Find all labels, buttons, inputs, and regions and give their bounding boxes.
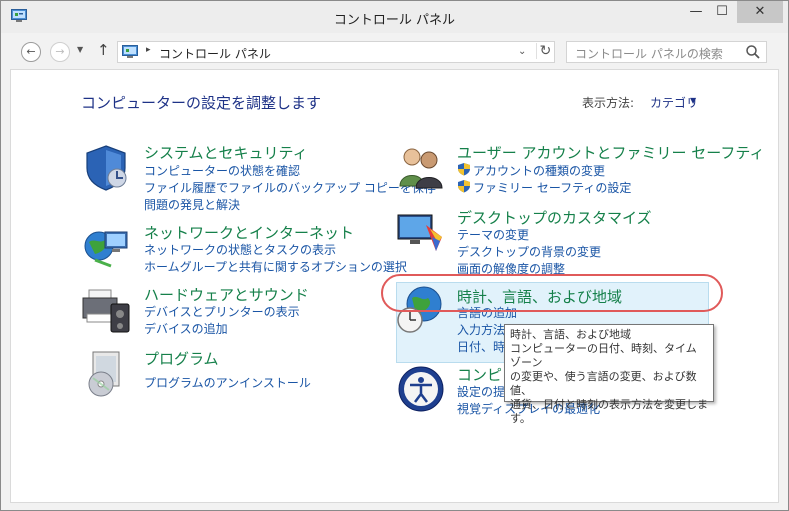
programs-cd-icon[interactable] <box>81 348 131 398</box>
link-suggested-settings[interactable]: 設定の提 <box>457 383 505 400</box>
search-input[interactable]: コントロール パネルの検索 <box>575 45 723 62</box>
category-tooltip: 時計、言語、および地域 コンピューターの日付、時刻、タイム ゾーン の変更や、使… <box>504 324 714 425</box>
view-by-label: 表示方法: <box>582 96 635 110</box>
tooltip-line: す。 <box>510 412 531 425</box>
control-panel-window: コントロール パネル — ☐ ✕ ← → ▼ ↑ ▸ コントロール パネル ⌄ … <box>0 0 789 511</box>
link-date-time[interactable]: 日付、時 <box>457 338 505 355</box>
link-change-account-type[interactable]: アカウントの種類の変更 <box>473 162 605 179</box>
tooltip-line: コンピューターの日付、時刻、タイム ゾーン <box>510 342 697 369</box>
uac-shield-icon <box>458 163 470 176</box>
link-troubleshoot[interactable]: 問題の発見と解決 <box>144 196 240 213</box>
link-check-status[interactable]: コンピューターの状態を確認 <box>144 162 300 179</box>
back-button[interactable]: ← <box>21 42 41 62</box>
title-bar: コントロール パネル — ☐ ✕ <box>1 1 788 33</box>
link-network-status[interactable]: ネットワークの状態とタスクの表示 <box>144 241 336 258</box>
category-system-security[interactable]: システムとセキュリティ <box>144 142 308 163</box>
refresh-button[interactable]: ↻ <box>536 43 554 59</box>
tooltip-line: の変更や、使う言語の変更、および数値、 <box>510 370 697 397</box>
link-uninstall-program[interactable]: プログラムのアンインストール <box>144 374 311 391</box>
printer-speaker-icon[interactable] <box>81 284 131 334</box>
security-shield-icon[interactable] <box>81 142 131 192</box>
link-devices-printers[interactable]: デバイスとプリンターの表示 <box>144 303 300 320</box>
ease-of-access-icon[interactable] <box>396 364 446 414</box>
page-title: コンピューターの設定を調整します <box>81 94 322 112</box>
recent-locations-icon[interactable]: ▼ <box>77 45 83 54</box>
search-box[interactable]: コントロール パネルの検索 <box>566 41 767 63</box>
category-appearance[interactable]: デスクトップのカスタマイズ <box>457 207 652 228</box>
link-change-theme[interactable]: テーマの変更 <box>457 226 529 243</box>
search-icon[interactable] <box>745 44 761 60</box>
users-icon[interactable] <box>396 142 446 192</box>
category-hardware-sound[interactable]: ハードウェアとサウンド <box>144 284 309 305</box>
link-file-history-backup[interactable]: ファイル履歴でファイルのバックアップ コピーを保存 <box>144 179 436 196</box>
uac-shield-icon <box>458 180 470 193</box>
category-network-internet[interactable]: ネットワークとインターネット <box>144 222 354 243</box>
address-bar[interactable]: ▸ コントロール パネル ⌄ ↻ <box>117 41 555 63</box>
tooltip-line: 通貨、日付と時刻の表示方法を変更しま <box>510 398 708 411</box>
content-pane: コンピューターの設定を調整します 表示方法: カテゴリ ▼ システムとセキュリテ… <box>10 69 779 503</box>
breadcrumb-separator-icon[interactable]: ▸ <box>146 45 151 55</box>
desktop-personalize-icon[interactable] <box>396 207 446 257</box>
link-homegroup-sharing[interactable]: ホームグループと共有に関するオプションの選択 <box>144 258 407 275</box>
network-globe-icon[interactable] <box>81 222 131 272</box>
navigation-bar: ← → ▼ ↑ ▸ コントロール パネル ⌄ ↻ コントロール パネルの検索 <box>1 33 788 69</box>
breadcrumb[interactable]: コントロール パネル <box>159 45 271 62</box>
minimize-button[interactable]: — <box>683 1 709 23</box>
maximize-button[interactable]: ☐ <box>709 1 735 23</box>
link-input-method[interactable]: 入力方法 <box>457 321 505 338</box>
control-panel-icon <box>122 45 138 58</box>
link-add-device[interactable]: デバイスの追加 <box>144 320 228 337</box>
category-programs[interactable]: プログラム <box>144 348 219 369</box>
forward-button[interactable]: → <box>50 42 70 62</box>
address-dropdown-icon[interactable]: ⌄ <box>518 46 526 57</box>
window-title: コントロール パネル <box>333 13 456 28</box>
up-button[interactable]: ↑ <box>97 41 110 59</box>
close-button[interactable]: ✕ <box>737 1 783 23</box>
link-family-safety[interactable]: ファミリー セーフティの設定 <box>473 179 631 196</box>
category-user-accounts[interactable]: ユーザー アカウントとファミリー セーフティ <box>457 142 764 163</box>
chevron-down-icon[interactable]: ▼ <box>690 96 696 105</box>
annotation-highlight-ring <box>381 274 723 312</box>
tooltip-title: 時計、言語、および地域 <box>510 328 631 341</box>
link-desktop-background[interactable]: デスクトップの背景の変更 <box>457 243 601 260</box>
